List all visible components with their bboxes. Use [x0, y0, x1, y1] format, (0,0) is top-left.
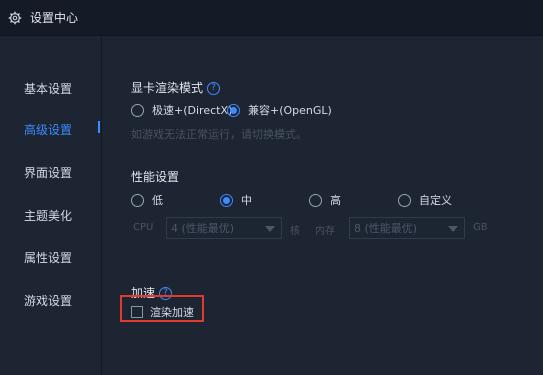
- sidebar-item-interface[interactable]: 界面设置: [24, 164, 72, 181]
- sidebar-item-game[interactable]: 游戏设置: [24, 292, 72, 309]
- title-bar: 设置中心: [0, 0, 543, 36]
- radio-opengl-label: 兼容+(OpenGL): [248, 104, 332, 117]
- chevron-down-icon: [265, 226, 275, 232]
- radio-custom-label: 自定义: [419, 194, 452, 207]
- radio-custom[interactable]: 自定义: [398, 192, 452, 208]
- sidebar: 基本设置 高级设置 界面设置 主题美化 属性设置 游戏设置: [0, 37, 100, 375]
- highlight-box: [120, 295, 204, 322]
- radio-directx-dot[interactable]: [131, 103, 144, 117]
- sidebar-item-properties[interactable]: 属性设置: [24, 249, 72, 266]
- render-mode-hint: 如游戏无法正常运行，请切换模式。: [131, 128, 307, 141]
- memory-select[interactable]: 8 (性能最优): [349, 217, 465, 239]
- performance-title: 性能设置: [131, 170, 180, 184]
- cpu-select-value: 4 (性能最优): [171, 222, 235, 235]
- memory-select-value: 8 (性能最优): [354, 222, 418, 235]
- help-icon[interactable]: ?: [207, 82, 221, 95]
- render-mode-title: 显卡渲染模式?: [131, 79, 221, 96]
- radio-medium-dot[interactable]: [220, 193, 233, 207]
- window-title: 设置中心: [30, 11, 79, 25]
- radio-high-dot[interactable]: [309, 193, 322, 207]
- sidebar-item-basic[interactable]: 基本设置: [24, 80, 72, 97]
- radio-low-dot[interactable]: [131, 193, 144, 207]
- sidebar-item-theme[interactable]: 主题美化: [24, 207, 72, 224]
- radio-medium[interactable]: 中: [220, 192, 252, 208]
- radio-low-label: 低: [152, 194, 163, 207]
- radio-opengl[interactable]: 兼容+(OpenGL): [227, 102, 332, 118]
- radio-directx-label: 极速+(DirectX): [152, 104, 233, 117]
- radio-directx[interactable]: 极速+(DirectX): [131, 102, 232, 118]
- radio-high[interactable]: 高: [309, 192, 341, 208]
- memory-unit: GB: [473, 222, 488, 233]
- render-mode-title-text: 显卡渲染模式: [131, 81, 204, 95]
- sidebar-item-advanced[interactable]: 高级设置: [24, 121, 72, 138]
- cpu-select[interactable]: 4 (性能最优): [166, 217, 282, 239]
- active-indicator: [98, 121, 100, 133]
- radio-custom-dot[interactable]: [398, 193, 411, 207]
- gear-icon: [8, 11, 22, 24]
- cpu-label: CPU: [133, 222, 154, 233]
- memory-label: 内存: [315, 226, 335, 237]
- cpu-unit: 核: [290, 226, 300, 237]
- chevron-down-icon: [448, 226, 458, 232]
- radio-opengl-dot[interactable]: [227, 103, 240, 117]
- radio-medium-label: 中: [241, 194, 252, 207]
- radio-low[interactable]: 低: [131, 192, 163, 208]
- sidebar-divider: [101, 37, 102, 375]
- radio-high-label: 高: [330, 194, 341, 207]
